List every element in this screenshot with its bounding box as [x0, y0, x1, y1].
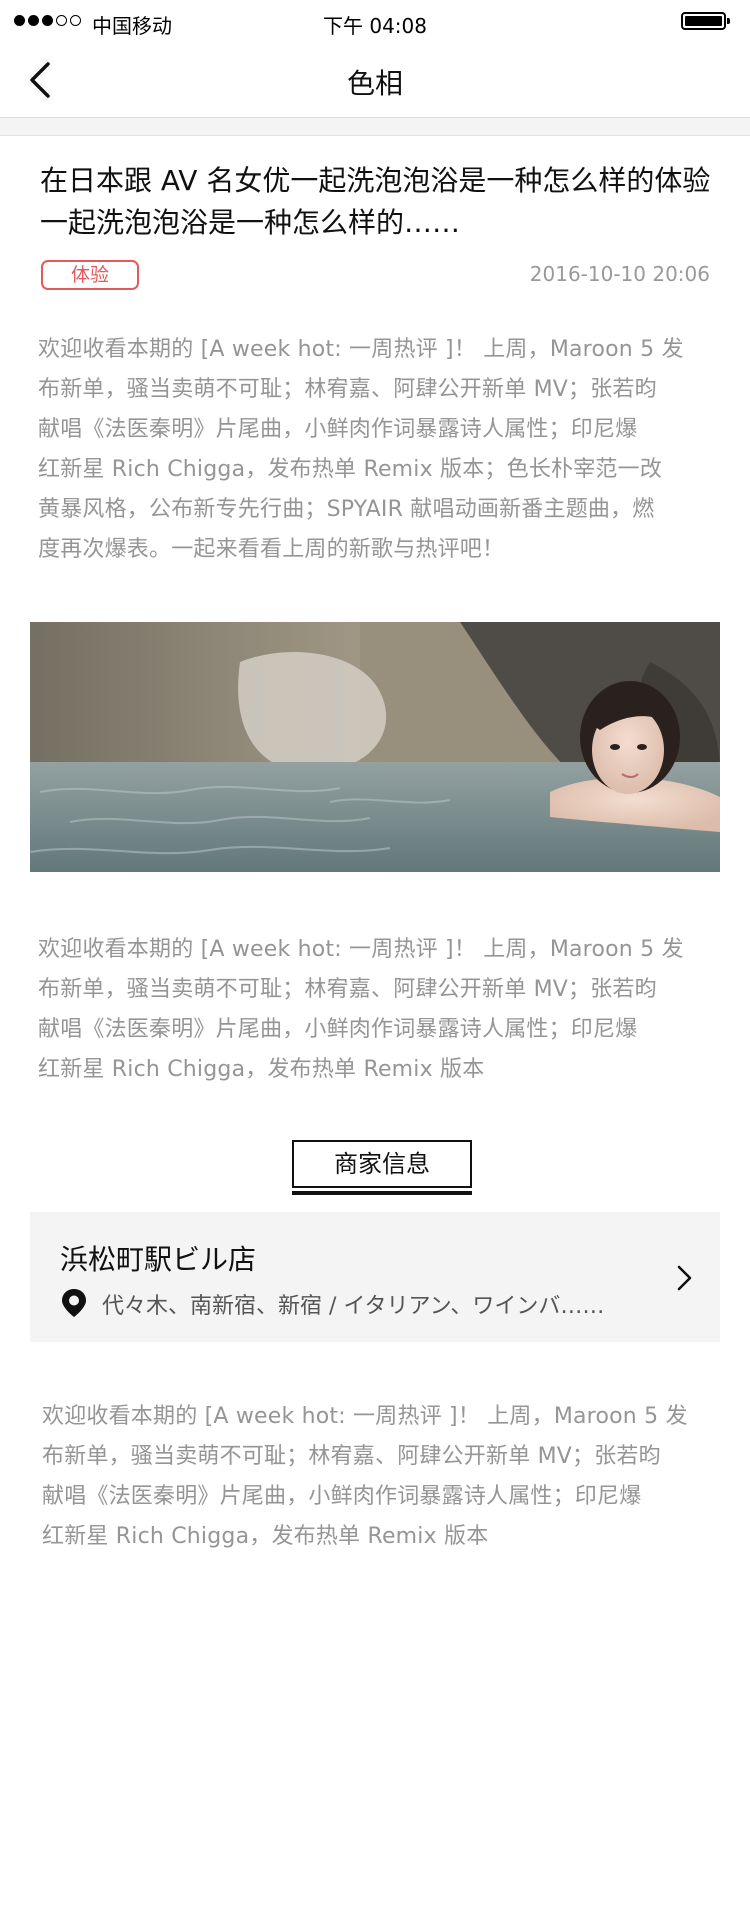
article-title: 在日本跟 AV 名女优一起洗泡泡浴是一种怎么样的体验 一起洗泡泡浴是一种怎么样的…	[40, 160, 720, 244]
nav-divider	[0, 118, 750, 136]
paragraph-line: 布新单，骚当卖萌不可耻；林宥嘉、阿肆公开新单 MV；张若昀	[38, 377, 657, 402]
article-title-line: 一起洗泡泡浴是一种怎么样的……	[40, 206, 461, 239]
section-underline	[292, 1191, 472, 1195]
paragraph-line: 布新单，骚当卖萌不可耻；林宥嘉、阿肆公开新单 MV；张若昀	[38, 977, 657, 1002]
merchant-section-title: 商家信息	[292, 1140, 472, 1188]
merchant-address: 代々木、南新宿、新宿 / イタリアン、ワインバ……	[102, 1294, 605, 1319]
paragraph-line: 献唱《法医秦明》片尾曲，小鲜肉作词暴露诗人属性；印尼爆	[42, 1484, 642, 1509]
status-time: 下午 04:08	[323, 14, 427, 38]
paragraph-line: 欢迎收看本期的 [A week hot: 一周热评 ]！ 上周，Maroon 5…	[38, 337, 684, 362]
article-image	[30, 622, 720, 872]
merchant-card[interactable]: 浜松町駅ビル店 代々木、南新宿、新宿 / イタリアン、ワインバ……	[30, 1212, 720, 1342]
article-paragraph: 欢迎收看本期的 [A week hot: 一周热评 ]！ 上周，Maroon 5…	[42, 1397, 722, 1557]
paragraph-line: 献唱《法医秦明》片尾曲，小鲜肉作词暴露诗人属性；印尼爆	[38, 1017, 638, 1042]
paragraph-line: 红新星 Rich Chigga，发布热单 Remix 版本	[38, 1057, 485, 1082]
chevron-right-icon	[677, 1265, 692, 1291]
status-bar: 中国移动 下午 04:08	[0, 0, 750, 40]
map-pin-icon	[62, 1289, 86, 1317]
publish-date: 2016-10-10 20:06	[529, 262, 710, 286]
article-paragraph: 欢迎收看本期的 [A week hot: 一周热评 ]！ 上周，Maroon 5…	[38, 330, 718, 570]
paragraph-line: 红新星 Rich Chigga，发布热单 Remix 版本；色长朴宰范一改	[38, 457, 663, 482]
paragraph-line: 欢迎收看本期的 [A week hot: 一周热评 ]！ 上周，Maroon 5…	[38, 937, 684, 962]
paragraph-line: 布新单，骚当卖萌不可耻；林宥嘉、阿肆公开新单 MV；张若昀	[42, 1444, 661, 1469]
paragraph-line: 献唱《法医秦明》片尾曲，小鲜肉作词暴露诗人属性；印尼爆	[38, 417, 638, 442]
paragraph-line: 红新星 Rich Chigga，发布热单 Remix 版本	[42, 1524, 489, 1549]
paragraph-line: 黄暴风格，公布新专先行曲；SPYAIR 献唱动画新番主题曲，燃	[38, 497, 655, 522]
paragraph-line: 度再次爆表。一起来看看上周的新歌与热评吧！	[38, 537, 505, 562]
hot-spring-photo	[30, 622, 720, 872]
paragraph-line: 欢迎收看本期的 [A week hot: 一周热评 ]！ 上周，Maroon 5…	[42, 1404, 688, 1429]
page-title: 色相	[346, 67, 403, 100]
article-paragraph: 欢迎收看本期的 [A week hot: 一周热评 ]！ 上周，Maroon 5…	[38, 930, 718, 1090]
navigation-bar: 色相	[0, 40, 750, 118]
merchant-name: 浜松町駅ビル店	[60, 1243, 257, 1276]
battery-icon	[681, 12, 730, 30]
category-tag[interactable]: 体验	[41, 260, 139, 290]
article-title-line: 在日本跟 AV 名女优一起洗泡泡浴是一种怎么样的体验	[40, 164, 711, 197]
